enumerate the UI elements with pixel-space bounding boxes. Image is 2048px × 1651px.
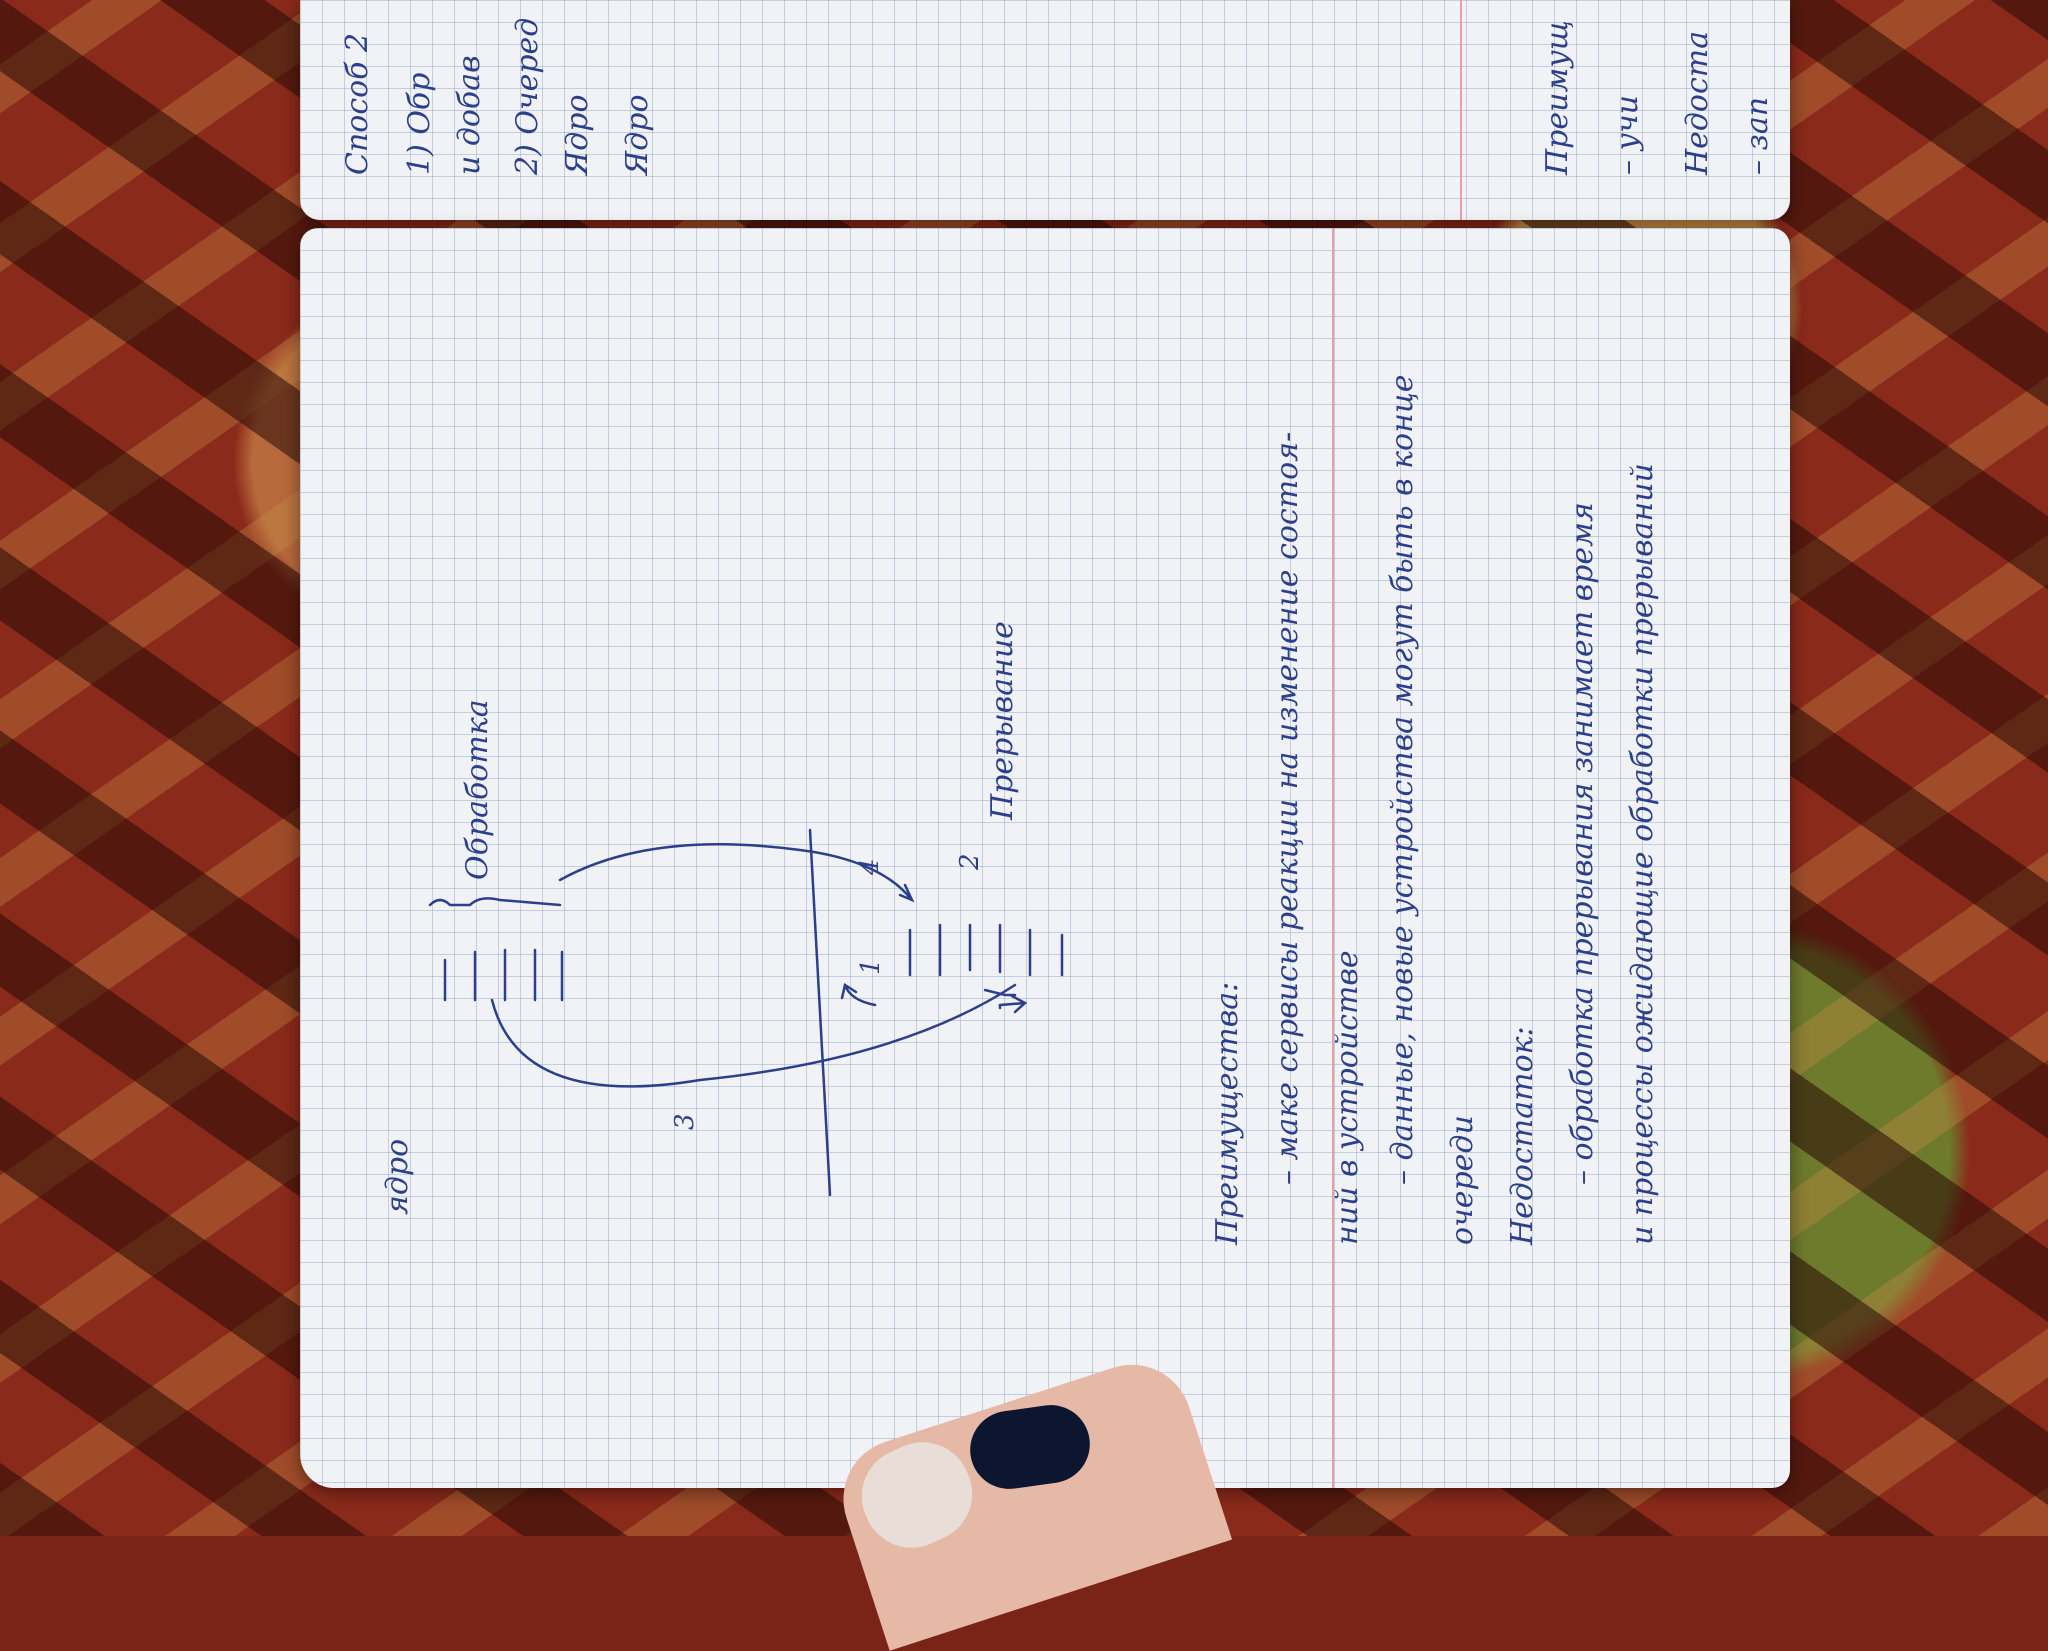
advantage-1-line-1: – маке сервисы реакции на изменение сост… [1270, 431, 1305, 1185]
processing-label: Обработка [460, 699, 495, 880]
disadvantage-1: – обработка прерывания занимает время [1565, 502, 1600, 1185]
step-label-3: 3 [670, 1113, 700, 1130]
interrupt-diagram [428, 828, 1064, 1197]
interrupt-label: Прерывание [985, 621, 1020, 820]
timeline-axis [808, 828, 832, 1197]
step-label-1: 1 [856, 958, 886, 975]
advantage-2-line-2: очереди [1445, 1115, 1480, 1245]
brace [428, 897, 562, 907]
step-label-2: 2 [955, 853, 985, 870]
disadvantage-2: и процессы ожидающие обработки прерывани… [1625, 463, 1660, 1245]
arc-3 [490, 983, 1017, 1088]
advantage-1-line-2: ний в устройстве [1330, 950, 1365, 1245]
advantage-2-line-1: – данные, новые устройства могут быть в … [1385, 374, 1420, 1185]
advantages-heading: Преимущества: [1210, 981, 1245, 1245]
disadvantages-heading: Недостаток: [1505, 1026, 1540, 1245]
kernel-label: ядро [380, 1138, 415, 1215]
step-label-4: 4 [855, 858, 885, 875]
